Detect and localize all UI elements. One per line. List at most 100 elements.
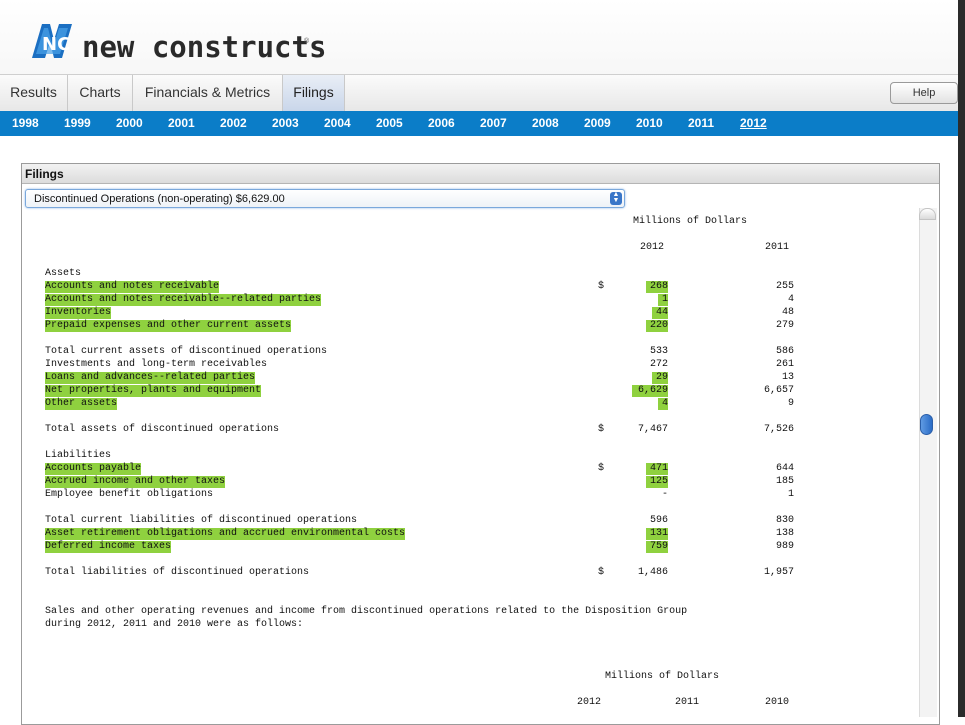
dollar-sign: $ [598, 567, 605, 578]
scrollbar-top-cap [919, 208, 936, 220]
column-header2-2010: 2010 [765, 697, 790, 708]
year-link-2007[interactable]: 2007 [480, 111, 507, 136]
value-2011: 48 [781, 307, 794, 318]
window-edge [958, 0, 965, 717]
column-header2-2012: 2012 [577, 697, 602, 708]
dollar-sign: $ [598, 281, 605, 292]
value-2012: 268 [646, 281, 668, 293]
value-2012: 272 [649, 359, 668, 370]
year-nav: 1998 1999 2000 2001 2002 2003 2004 2005 … [0, 111, 958, 136]
row-label: Deferred income taxes [45, 541, 172, 553]
logo-icon: NC [32, 24, 72, 58]
value-2011: 13 [781, 372, 794, 383]
section-heading-assets: Assets [45, 268, 82, 279]
value-2012: - [661, 489, 668, 500]
value-2012: 220 [646, 320, 668, 332]
year-link-2009[interactable]: 2009 [584, 111, 611, 136]
total-assets-2012: 7,467 [637, 424, 668, 435]
value-2012: 4 [658, 398, 668, 410]
row-label: Net properties, plants and equipment [45, 385, 262, 397]
filing-section-select[interactable]: Discontinued Operations (non-operating) … [25, 189, 625, 208]
total-assets-2011: 7,526 [763, 424, 794, 435]
dollar-sign: $ [598, 424, 605, 435]
year-link-2003[interactable]: 2003 [272, 111, 299, 136]
row-label: Investments and long-term receivables [45, 359, 268, 370]
total-liabilities-2011: 1,957 [763, 567, 794, 578]
narrative-text-2: during 2012, 2011 and 2010 were as follo… [45, 619, 304, 630]
select-value: Discontinued Operations (non-operating) … [34, 193, 285, 205]
year-link-2011[interactable]: 2011 [688, 111, 714, 136]
value-2011: 586 [775, 346, 794, 357]
year-link-2012[interactable]: 2012 [740, 111, 767, 136]
app-header: NC new constructs ® [0, 0, 965, 74]
value-2012: 471 [646, 463, 668, 475]
select-arrows-icon: ▲ ▼ [610, 191, 622, 205]
total-liabilities-2012: 1,486 [637, 567, 668, 578]
svg-text:NC: NC [42, 34, 70, 55]
value-2012: 6,629 [632, 385, 668, 397]
value-2011: 255 [775, 281, 794, 292]
value-2011: 4 [787, 294, 794, 305]
scrollbar-thumb[interactable] [920, 414, 933, 435]
total-assets-label: Total assets of discontinued operations [45, 424, 280, 435]
row-label: Other assets [45, 398, 118, 410]
units-header: Millions of Dollars [633, 216, 748, 227]
tab-filings[interactable]: Filings [283, 75, 345, 111]
row-label: Inventories [45, 307, 112, 319]
row-label: Employee benefit obligations [45, 489, 214, 500]
year-link-2006[interactable]: 2006 [428, 111, 455, 136]
year-link-1999[interactable]: 1999 [64, 111, 91, 136]
year-link-2010[interactable]: 2010 [636, 111, 663, 136]
value-2011: 830 [775, 515, 794, 526]
value-2011: 9 [787, 398, 794, 409]
year-link-2001[interactable]: 2001 [168, 111, 195, 136]
year-link-2000[interactable]: 2000 [116, 111, 143, 136]
value-2011: 6,657 [763, 385, 794, 396]
value-2012: 29 [652, 372, 668, 384]
row-label: Total current assets of discontinued ope… [45, 346, 328, 357]
value-2011: 279 [775, 320, 794, 331]
value-2012: 131 [646, 528, 668, 540]
value-2011: 989 [775, 541, 794, 552]
row-label: Loans and advances--related parties [45, 372, 256, 384]
narrative-text: Sales and other operating revenues and i… [45, 606, 688, 617]
column-header-2011: 2011 [765, 242, 790, 253]
column-header2-2011: 2011 [675, 697, 700, 708]
year-link-2002[interactable]: 2002 [220, 111, 247, 136]
year-link-2004[interactable]: 2004 [324, 111, 351, 136]
value-2011: 185 [775, 476, 794, 487]
row-label: Asset retirement obligations and accrued… [45, 528, 406, 540]
value-2012: 125 [646, 476, 668, 488]
column-header-2012: 2012 [640, 242, 665, 253]
value-2011: 261 [775, 359, 794, 370]
row-label: Prepaid expenses and other current asset… [45, 320, 292, 332]
dollar-sign: $ [598, 463, 605, 474]
registered-mark: ® [304, 38, 310, 45]
row-label: Accounts and notes receivable--related p… [45, 294, 322, 306]
year-link-2008[interactable]: 2008 [532, 111, 559, 136]
value-2012: 1 [658, 294, 668, 306]
value-2011: 1 [787, 489, 794, 500]
tab-financials-metrics[interactable]: Financials & Metrics [133, 75, 283, 111]
units-header-2: Millions of Dollars [605, 671, 720, 682]
help-button[interactable]: Help [890, 82, 958, 104]
row-label: Accrued income and other taxes [45, 476, 226, 488]
tab-charts[interactable]: Charts [68, 75, 133, 111]
value-2011: 644 [775, 463, 794, 474]
panel-title: Filings [22, 164, 939, 184]
row-label: Total current liabilities of discontinue… [45, 515, 358, 526]
row-label: Accounts and notes receivable [45, 281, 220, 293]
value-2012: 759 [646, 541, 668, 553]
value-2011: 138 [775, 528, 794, 539]
section-heading-liabilities: Liabilities [45, 450, 112, 461]
year-link-1998[interactable]: 1998 [12, 111, 39, 136]
value-2012: 44 [652, 307, 668, 319]
value-2012: 533 [649, 346, 668, 357]
scrollbar-track[interactable] [919, 208, 937, 717]
total-liabilities-label: Total liabilities of discontinued operat… [45, 567, 310, 578]
brand-name: new constructs [82, 30, 327, 64]
tab-results[interactable]: Results [0, 75, 68, 111]
filings-panel: Filings [21, 163, 940, 725]
main-tab-bar: Results Charts Financials & Metrics Fili… [0, 74, 958, 112]
year-link-2005[interactable]: 2005 [376, 111, 403, 136]
